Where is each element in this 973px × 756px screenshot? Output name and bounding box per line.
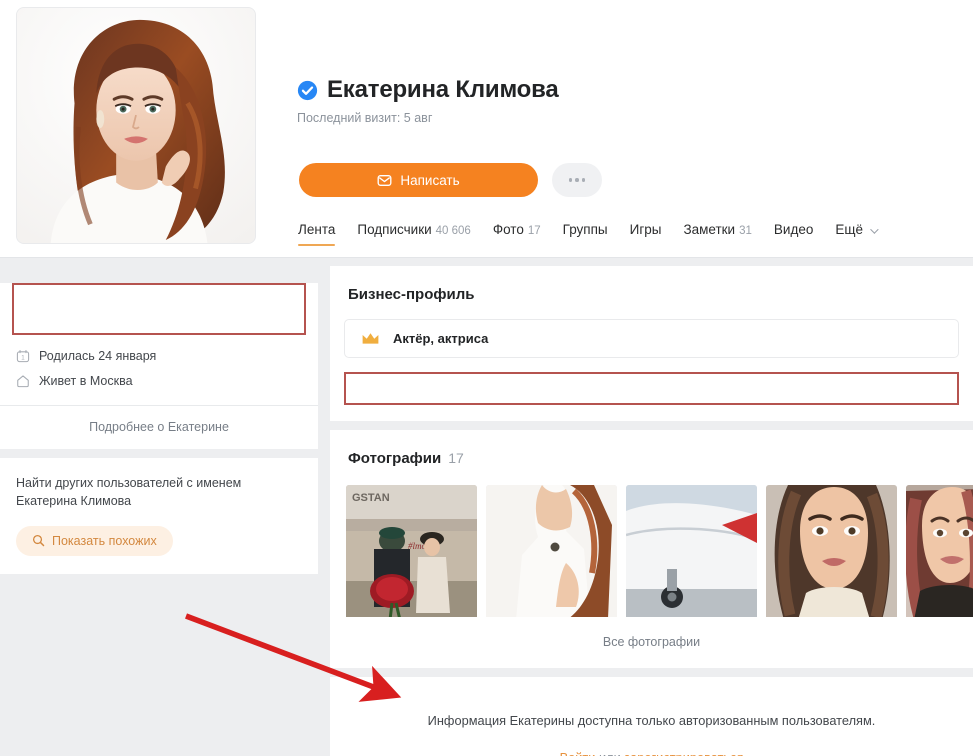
profile-page: Екатерина Климова Последний визит: 5 авг… — [0, 0, 973, 756]
auth-notice-card: Информация Екатерины доступна только авт… — [330, 677, 973, 756]
tab-label: Видео — [773, 222, 814, 237]
calendar-icon: 1 — [16, 349, 30, 362]
photo-airplane — [626, 485, 757, 617]
tab-video[interactable]: Видео — [774, 222, 813, 248]
tab-count: 17 — [527, 225, 541, 237]
crown-icon — [362, 333, 379, 344]
auth-links: Войти или зарегистрироваться — [330, 750, 973, 756]
search-icon — [32, 534, 45, 547]
or-label: или — [599, 750, 621, 756]
tab-label: Ещё — [835, 222, 863, 237]
left-sidebar: 1 Родилась 24 января Живет в Москва Подр… — [0, 266, 318, 574]
business-profile-card: Бизнес-профиль Актёр, актриса — [330, 266, 973, 421]
verified-check-icon — [297, 80, 318, 100]
find-similar-card: Найти других пользователей с именем Екат… — [0, 458, 318, 574]
avatar-photo — [17, 8, 255, 243]
photos-title: Фотографии 17 — [330, 430, 973, 467]
tab-igry[interactable]: Игры — [630, 222, 662, 248]
tab-podpischiki[interactable]: Подписчики 40 606 — [357, 222, 470, 248]
tab-label: Заметки — [683, 222, 736, 237]
tab-foto[interactable]: Фото 17 — [493, 222, 541, 248]
write-message-button[interactable]: Написать — [299, 163, 538, 197]
info-text: Живет в Москва — [39, 373, 133, 388]
tab-label: Группы — [562, 222, 608, 237]
avatar[interactable] — [16, 7, 256, 244]
tab-label: Фото — [492, 222, 524, 237]
chevron-down-icon — [870, 225, 879, 234]
profile-header-card: Екатерина Климова Последний визит: 5 авг… — [0, 0, 973, 258]
login-link[interactable]: Войти — [560, 750, 596, 756]
show-similar-button[interactable]: Показать похожих — [16, 525, 173, 556]
tab-count: 40 606 — [435, 225, 471, 237]
photo-couple-with-roses: GSTAN #lmota — [346, 485, 477, 617]
photo-white-dress — [486, 485, 617, 617]
auth-notice-text: Информация Екатерины доступна только авт… — [427, 713, 876, 728]
home-icon — [17, 374, 29, 387]
svg-text:GSTAN: GSTAN — [352, 492, 390, 504]
identity-block: Екатерина Климова Последний визит: 5 авг — [297, 76, 559, 125]
last-visit-text: Последний визит: 5 авг — [297, 111, 433, 125]
show-similar-label: Показать похожих — [52, 533, 157, 548]
name-row: Екатерина Климова — [297, 76, 559, 104]
photo-thumbnail[interactable] — [626, 485, 757, 617]
photo-thumbnail[interactable] — [486, 485, 617, 617]
photo-portrait-pink-hair — [906, 485, 973, 617]
tab-zametki[interactable]: Заметки 31 — [683, 222, 751, 248]
photos-title-label: Фотографии — [348, 450, 442, 467]
ellipsis-icon — [581, 178, 586, 182]
annotation-box-sidebar — [12, 283, 306, 335]
photo-thumbnail[interactable] — [766, 485, 897, 617]
business-profile-row[interactable]: Актёр, актриса — [344, 319, 959, 358]
info-city: Живет в Москва — [0, 368, 318, 393]
all-photos-link[interactable]: Все фотографии — [330, 617, 973, 668]
business-profile-label: Актёр, актриса — [393, 331, 489, 346]
tab-label: Лента — [298, 222, 336, 237]
find-similar-text: Найти других пользователей с именем Екат… — [16, 476, 242, 508]
register-link[interactable]: зарегистрироваться — [624, 750, 743, 756]
profile-actions: Написать — [299, 163, 602, 197]
photo-portrait-curls — [766, 485, 897, 617]
tab-label: Подписчики — [357, 222, 432, 237]
ellipsis-icon — [568, 178, 573, 182]
info-text: Родилась 24 января — [39, 348, 157, 363]
annotation-box-business — [344, 372, 959, 405]
main-content: Бизнес-профиль Актёр, актриса Фотографии… — [330, 266, 973, 756]
tab-label: Игры — [629, 222, 662, 237]
tab-gruppy[interactable]: Группы — [563, 222, 608, 248]
tab-count: 31 — [739, 225, 752, 237]
tab-more[interactable]: Ещё — [835, 222, 879, 248]
info-birthdate: 1 Родилась 24 января — [0, 343, 318, 368]
photos-card: Фотографии 17 GSTAN #lmota Все фотографи… — [330, 430, 973, 668]
profile-tabs: Лента Подписчики 40 606 Фото 17 Группы И… — [298, 222, 879, 248]
about-card: 1 Родилась 24 января Живет в Москва Подр… — [0, 283, 318, 449]
write-message-label: Написать — [400, 172, 460, 188]
business-profile-title: Бизнес-профиль — [348, 286, 475, 303]
envelope-icon — [377, 174, 392, 186]
more-actions-button[interactable] — [552, 163, 602, 197]
page-title: Екатерина Климова — [327, 76, 559, 103]
about-more-link[interactable]: Подробнее о Екатерине — [0, 406, 318, 449]
photos-count: 17 — [448, 450, 464, 466]
svg-text:1: 1 — [21, 354, 25, 361]
photo-strip: GSTAN #lmota — [330, 467, 973, 617]
ellipsis-icon — [575, 178, 579, 182]
photo-thumbnail[interactable]: GSTAN #lmota — [346, 485, 477, 617]
photo-thumbnail[interactable] — [906, 485, 973, 617]
tab-lenta[interactable]: Лента — [298, 222, 336, 248]
